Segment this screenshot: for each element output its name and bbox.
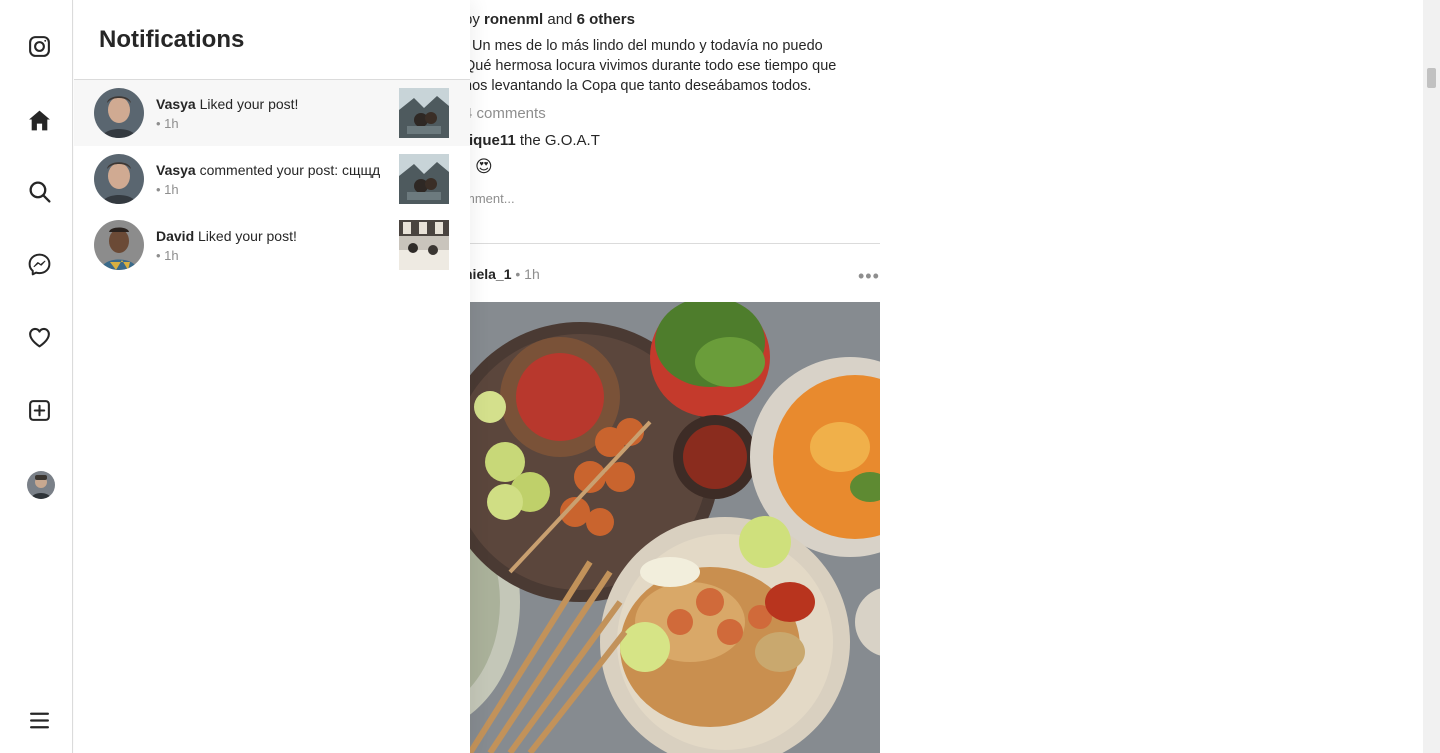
user-avatar[interactable] (94, 154, 144, 204)
notification-text: Vasya Liked your post! (156, 96, 298, 112)
page-scrollbar[interactable] (1423, 0, 1440, 753)
instagram-logo-icon[interactable] (24, 31, 54, 61)
notification-time: • 1h (156, 248, 179, 263)
notifications-panel: Notifications Vasya Liked your post! • 1… (74, 0, 470, 753)
search-icon[interactable] (24, 176, 54, 206)
caption-line-1: . Un mes de lo más lindo del mundo y tod… (464, 38, 823, 54)
caption-line-2: Qué hermosa locura vivimos durante todo … (464, 58, 837, 74)
menu-icon[interactable] (24, 705, 54, 735)
user-avatar[interactable] (94, 88, 144, 138)
notification-time: • 1h (156, 116, 179, 131)
emoji-reaction[interactable]: 😍 (475, 157, 493, 177)
home-icon[interactable] (24, 105, 54, 135)
notifications-title: Notifications (99, 26, 245, 53)
notification-user[interactable]: David (156, 228, 194, 244)
scrollbar-thumb[interactable] (1427, 68, 1436, 88)
post-time: • 1h (515, 266, 540, 282)
comment-user-link[interactable]: tique11 (464, 132, 516, 149)
user-avatar[interactable] (94, 220, 144, 270)
create-icon[interactable] (24, 395, 54, 425)
notification-user[interactable]: Vasya (156, 162, 196, 178)
likes-others-link[interactable]: 6 others (577, 11, 635, 28)
notification-action: Liked your post! (195, 96, 299, 112)
notification-item[interactable]: Vasya commented your post: сщщд • 1h (74, 146, 470, 212)
notification-text: David Liked your post! (156, 228, 297, 244)
likes-and: and (543, 11, 577, 28)
more-options-icon[interactable]: ••• (858, 266, 880, 287)
post-thumbnail[interactable] (399, 88, 449, 138)
add-comment-input[interactable]: mment... (464, 191, 515, 206)
notification-text: Vasya commented your post: сщщд (156, 162, 380, 178)
notification-item[interactable]: Vasya Liked your post! • 1h (74, 80, 470, 146)
left-navigation-rail (0, 0, 73, 753)
likes-line: by ronenml and 6 others (464, 11, 635, 28)
likes-user-link[interactable]: ronenml (484, 11, 543, 28)
notification-time: • 1h (156, 182, 179, 197)
caption-line-3: nos levantando la Copa que tanto deseába… (464, 78, 812, 94)
notification-user[interactable]: Vasya (156, 96, 196, 112)
view-comments-link[interactable]: 4 comments (464, 105, 546, 122)
comment-text: the G.O.A.T (515, 132, 600, 149)
profile-avatar[interactable] (27, 471, 55, 499)
notification-action: commented your post: сщщд (195, 162, 381, 178)
post-thumbnail[interactable] (399, 220, 449, 270)
notification-item[interactable]: David Liked your post! • 1h (74, 212, 470, 278)
post-username-link[interactable]: niela_1 (464, 266, 511, 282)
comment-line: tique11 the G.O.A.T (464, 132, 600, 149)
heart-icon[interactable] (24, 322, 54, 352)
post-header: niela_1 • 1h (464, 266, 540, 282)
post-thumbnail[interactable] (399, 154, 449, 204)
messenger-icon[interactable] (24, 249, 54, 279)
notification-action: Liked your post! (194, 228, 297, 244)
